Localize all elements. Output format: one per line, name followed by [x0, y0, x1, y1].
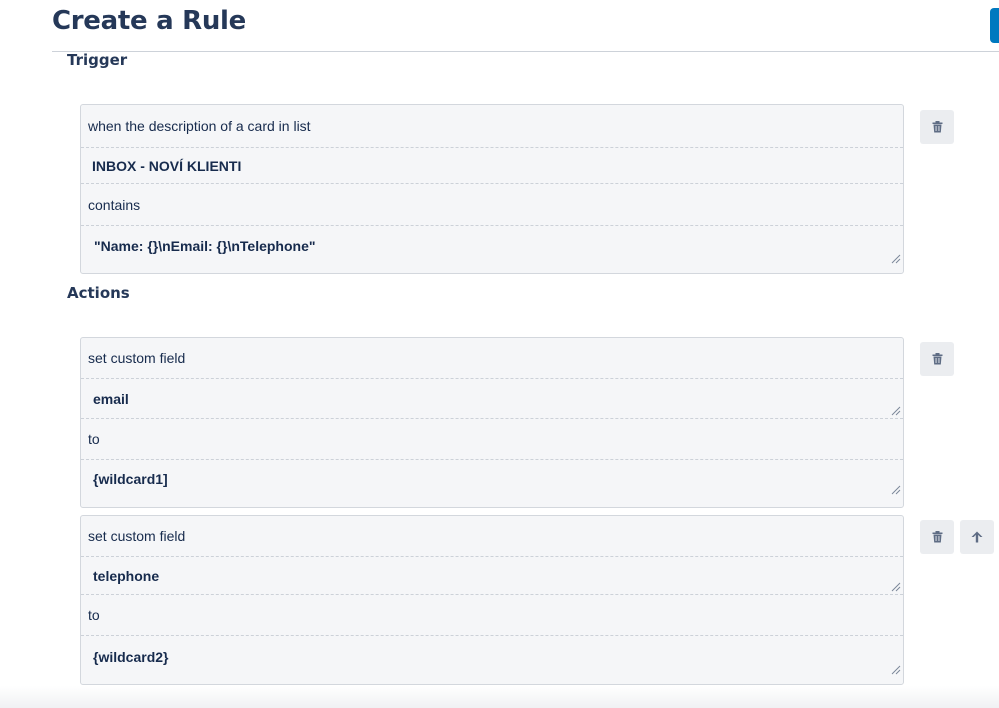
trigger-list-value: INBOX - NOVÍ KLIENTI — [92, 157, 242, 174]
action-1-value-textarea[interactable]: {wildcard1] — [81, 460, 903, 497]
page-title: Create a Rule — [52, 6, 246, 36]
move-action-2-up-button[interactable] — [960, 520, 994, 554]
action-rule-box-1: set custom field email to {wildcard1] — [80, 337, 904, 508]
action-1-to-label: to — [88, 431, 100, 447]
delete-trigger-button[interactable] — [920, 110, 954, 144]
trash-icon — [932, 531, 942, 543]
action-2-to-text: to — [81, 595, 903, 636]
action-1-value: {wildcard1] — [93, 470, 168, 487]
resize-grip-icon[interactable] — [891, 254, 901, 264]
trigger-operator-label: contains — [88, 196, 141, 213]
action-2-value-textarea[interactable]: {wildcard2} — [81, 636, 903, 677]
action-2-command-text: set custom field — [81, 516, 903, 557]
trigger-pattern-textarea[interactable]: "Name: {}\nEmail: {}\nTelephone" — [81, 226, 903, 266]
arrow-up-icon — [971, 531, 983, 543]
trigger-condition-text: when the description of a card in list — [81, 105, 903, 148]
action-1-to-text: to — [81, 419, 903, 460]
action-1-command-text: set custom field — [81, 338, 903, 379]
resize-grip-icon[interactable] — [891, 582, 901, 592]
action-2-value: {wildcard2} — [93, 648, 169, 665]
trash-icon — [932, 121, 942, 133]
delete-action-1-button[interactable] — [920, 342, 954, 376]
top-right-action-button[interactable] — [990, 8, 999, 43]
actions-heading: Actions — [67, 284, 130, 302]
trigger-heading: Trigger — [67, 51, 128, 69]
trigger-pattern-value: "Name: {}\nEmail: {}\nTelephone" — [94, 238, 316, 254]
trigger-list-field[interactable]: INBOX - NOVÍ KLIENTI — [81, 148, 903, 184]
action-1-command-label: set custom field — [88, 350, 186, 366]
trash-icon — [932, 353, 942, 365]
action-2-field-name-value: telephone — [93, 567, 160, 584]
trigger-condition-label: when the description of a card in list — [88, 118, 311, 134]
action-rule-box-2: set custom field telephone to {wildcard2… — [80, 515, 904, 685]
resize-grip-icon[interactable] — [891, 485, 901, 495]
trigger-operator-text: contains — [81, 184, 903, 226]
action-2-command-label: set custom field — [88, 528, 186, 544]
action-2-to-label: to — [88, 607, 100, 623]
bottom-scroll-fade — [0, 686, 999, 708]
trigger-rule-box: when the description of a card in list I… — [80, 104, 904, 274]
delete-action-2-button[interactable] — [920, 520, 954, 554]
action-2-field-name-textarea[interactable]: telephone — [81, 557, 903, 595]
resize-grip-icon[interactable] — [891, 406, 901, 416]
action-1-field-name-value: email — [93, 390, 129, 407]
action-1-field-name-textarea[interactable]: email — [81, 379, 903, 419]
title-divider — [52, 51, 999, 52]
resize-grip-icon[interactable] — [891, 665, 901, 675]
